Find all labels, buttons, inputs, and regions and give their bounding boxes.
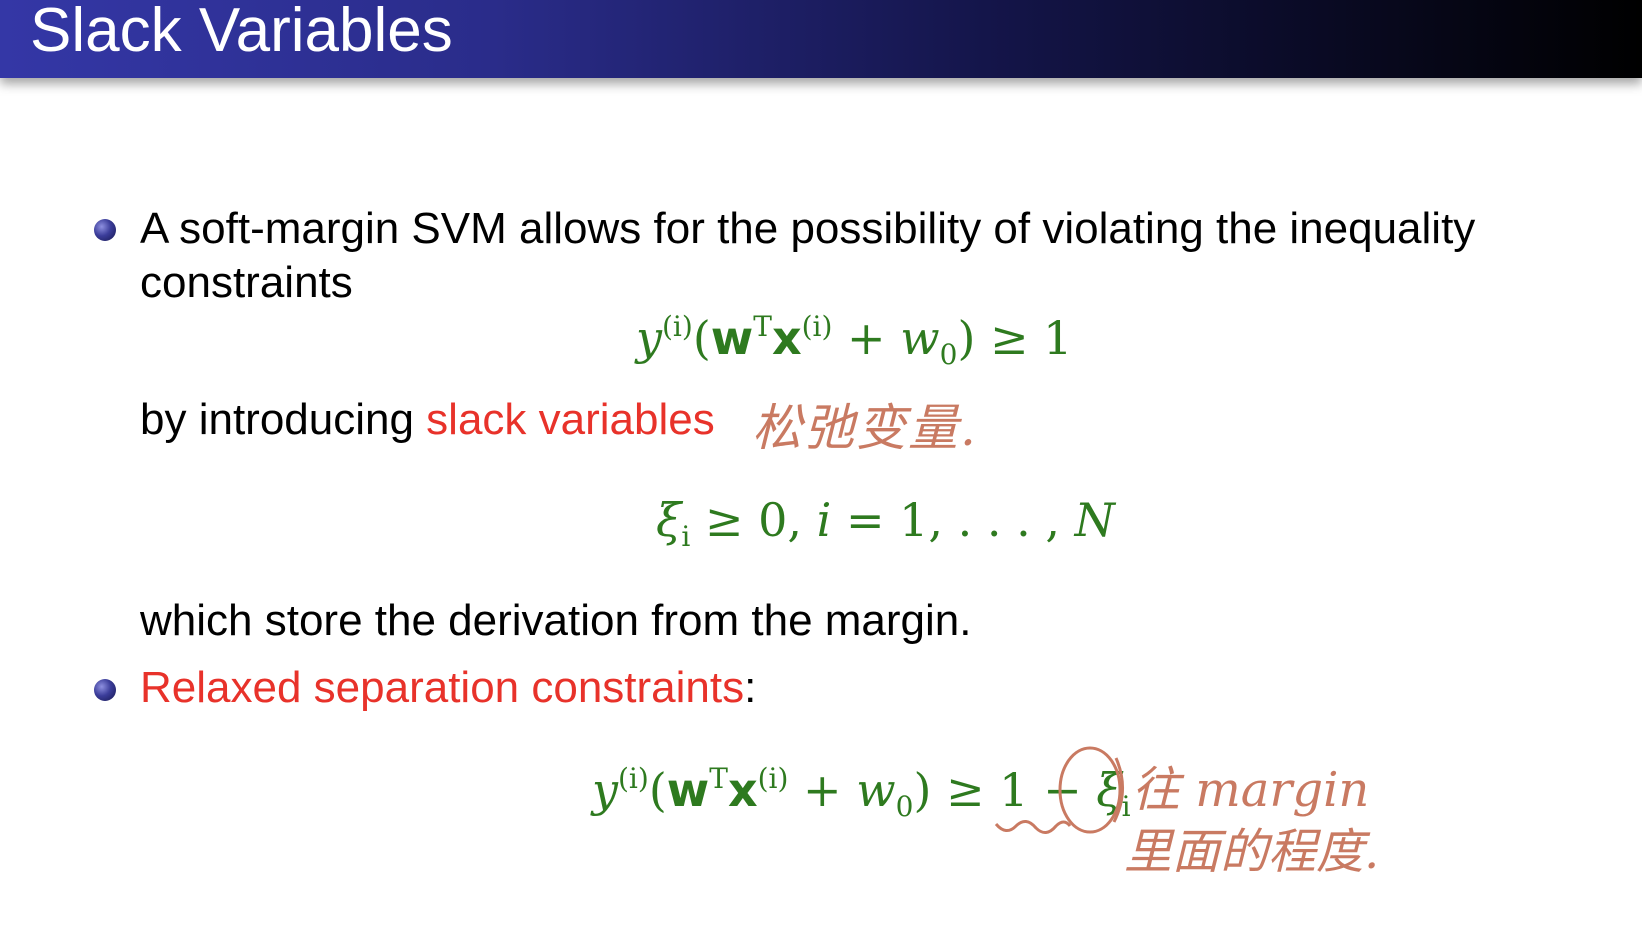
eq3-xi: ξ [1096,763,1122,817]
eq3-sub-0: 0 [895,790,914,823]
handwritten-note-margin-line1: 往 margin [1132,762,1370,818]
eq3-sup-T: T [709,762,728,795]
eq2-i: i [816,493,832,547]
eq2-rest2: = 1, . . . , [831,493,1075,547]
eq1-rel: ≥ 1 [975,311,1073,365]
eq1-w0: w [900,311,940,365]
eq3-w0: w [856,763,896,817]
bullet-marker-2 [94,679,116,701]
eq1-sub-0: 0 [939,338,958,371]
eq2-xi: ξ [656,493,682,547]
title-bar: Slack Variables [0,0,1642,78]
wavy-underline-stroke [994,820,1072,834]
bullet2-heading: Relaxed separation constraints: [140,662,756,714]
eq3-w: w [666,763,710,817]
intro-prefix: by introducing [140,395,427,444]
eq3-sup-i: (i) [618,762,649,795]
eq1-sup-i: (i) [662,310,693,343]
intro-line: by introducing slack variables [140,394,715,446]
slide-title: Slack Variables [30,0,453,65]
eq3-plus: + [788,763,857,817]
eq3-y: y [592,763,618,817]
eq3-close: ) [913,763,932,817]
eq2-rest1: ≥ 0, [690,493,817,547]
equation-soft-margin: y(i)(wTx(i) + w0) ≥ 1 − ξi [592,762,1131,821]
eq3-open: ( [648,763,667,817]
equation-hard-margin: y(i)(wTx(i) + w0) ≥ 1 [636,310,1073,369]
bullet1-line1: A soft-margin SVM allows for the possibi… [140,204,1476,253]
slack-variables-term: slack variables [426,395,715,444]
bullet1-line2: constraints [140,258,353,307]
eq2-N: N [1074,493,1115,547]
eq3-x: x [727,763,758,817]
eq1-sup-xi: (i) [801,310,833,343]
handwritten-note-slack: 松弛变量. [752,399,978,457]
bullet2-colon: : [744,663,757,712]
eq1-plus: + [832,311,901,365]
eq1-close: ) [957,311,976,365]
eq1-x: x [771,311,802,365]
eq2-sub-i: i [681,520,691,553]
eq1-w: w [710,311,754,365]
relaxed-constraints-term: Relaxed separation constraints [140,663,745,712]
eq3-rel: ≥ 1 − [931,763,1097,817]
eq1-y: y [636,311,662,365]
eq1-open: ( [692,311,711,365]
eq1-sup-T: T [753,310,772,343]
bullet-marker-1 [94,219,116,241]
equation-slack-domain: ξi ≥ 0, i = 1, . . . , N [656,492,1115,551]
eq3-sup-xi: (i) [757,762,789,795]
bullet1-line-after: which store the derivation from the marg… [140,596,972,645]
handwritten-note-margin-line2: 里面的程度. [1124,824,1380,880]
